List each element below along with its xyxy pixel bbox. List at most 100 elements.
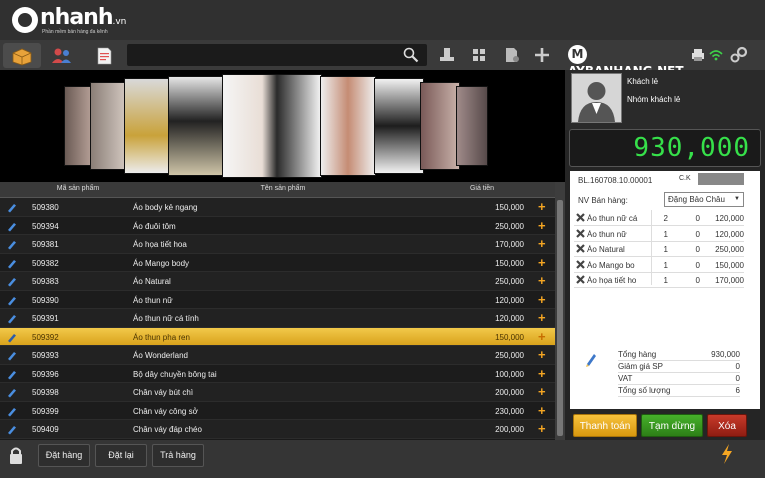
invoice-icon — [97, 47, 112, 65]
line-discount[interactable]: 0 — [674, 261, 700, 270]
remove-item-icon[interactable] — [576, 275, 585, 284]
add-to-cart-icon[interactable]: + — [538, 274, 546, 288]
lock-icon[interactable] — [8, 445, 24, 465]
col-header-code[interactable]: Mã sản phẩm — [28, 185, 128, 192]
printer-icon[interactable] — [691, 48, 705, 62]
salesperson-select[interactable]: Đặng Bảo Châu ▼ — [664, 192, 744, 207]
edit-pen-icon[interactable] — [6, 350, 18, 361]
table-row[interactable]: 509382 Áo Mango body 150,000 + — [0, 253, 555, 272]
product-price: 200,000 — [495, 388, 524, 397]
pause-button[interactable]: Tạm dừng — [641, 414, 703, 437]
table-row[interactable]: 509394 Áo đuôi tôm 250,000 + — [0, 216, 555, 235]
product-price: 200,000 — [495, 425, 524, 434]
col-header-price[interactable]: Giá tiền — [438, 185, 526, 192]
table-row[interactable]: 509380 Áo body kẻ ngang 150,000 + — [0, 198, 555, 217]
add-to-cart-icon[interactable]: + — [538, 329, 546, 344]
remove-item-icon[interactable] — [576, 213, 585, 222]
edit-pen-icon[interactable] — [6, 424, 18, 435]
grid-scrollbar[interactable] — [555, 182, 565, 440]
product-name: Chân váy công sở — [133, 406, 198, 416]
pencil-icon[interactable] — [584, 352, 598, 368]
table-row[interactable]: 509390 Áo thun nữ 120,000 + — [0, 290, 555, 309]
col-header-name[interactable]: Tên sản phẩm — [130, 185, 436, 192]
settings-icon[interactable] — [729, 46, 749, 64]
add-to-cart-icon[interactable]: + — [538, 237, 546, 251]
product-code: 509380 — [32, 203, 59, 212]
bill-line[interactable]: Áo thun nữ 1 0 120,000 — [574, 227, 744, 242]
table-row[interactable]: 509396 Bộ dây chuyền bông tai 100,000 + — [0, 364, 555, 383]
line-discount[interactable]: 0 — [674, 230, 700, 239]
lightning-icon[interactable] — [720, 443, 734, 465]
user-silhouette-icon — [578, 82, 615, 122]
table-row[interactable]: 509398 Chân váy bút chì 200,000 + — [0, 383, 555, 402]
tab-orders[interactable] — [84, 43, 122, 68]
product-search[interactable] — [127, 44, 427, 66]
table-row[interactable]: 509409 Chân váy đáp chéo 200,000 + — [0, 420, 555, 439]
add-to-cart-icon[interactable]: + — [538, 422, 546, 436]
remove-item-icon[interactable] — [576, 228, 585, 238]
edit-pen-icon[interactable] — [6, 369, 18, 380]
add-to-cart-icon[interactable]: + — [538, 311, 546, 325]
edit-pen-icon[interactable] — [6, 387, 18, 398]
line-quantity[interactable]: 1 — [654, 276, 668, 285]
edit-pen-icon[interactable] — [6, 202, 18, 213]
add-to-cart-icon[interactable]: + — [538, 200, 546, 214]
add-icon[interactable] — [533, 46, 551, 64]
line-quantity[interactable]: 1 — [654, 245, 668, 254]
line-total: 120,000 — [715, 229, 744, 239]
edit-pen-icon[interactable] — [6, 295, 18, 306]
product-price: 250,000 — [495, 221, 524, 231]
remove-item-icon[interactable] — [576, 244, 585, 253]
line-discount[interactable]: 0 — [674, 276, 700, 285]
line-quantity[interactable]: 2 — [654, 214, 668, 223]
delete-button[interactable]: Xóa — [707, 414, 747, 437]
bill-line[interactable]: Áo Natural 1 0 250,000 — [574, 242, 744, 257]
bill-line[interactable]: Áo thun nữ cá 2 0 120,000 — [574, 211, 744, 226]
ck-input[interactable] — [698, 173, 744, 185]
edit-pen-icon[interactable] — [6, 332, 18, 343]
bill-line[interactable]: Áo họa tiết ho 1 0 170,000 — [574, 273, 744, 288]
reset-button[interactable]: Đặt lại — [95, 444, 147, 467]
add-to-cart-icon[interactable]: + — [538, 348, 546, 362]
add-to-cart-icon[interactable]: + — [538, 403, 546, 418]
return-goods-button[interactable]: Trả hàng — [152, 444, 204, 467]
edit-pen-icon[interactable] — [6, 406, 18, 417]
search-icon[interactable] — [403, 47, 419, 63]
table-row[interactable]: 509392 Áo thun pha ren 150,000 + — [0, 327, 555, 346]
line-quantity[interactable]: 1 — [654, 261, 668, 270]
customer-card[interactable]: Khách lẻ Nhóm khách lẻ — [565, 70, 765, 130]
table-row[interactable]: 509393 Áo Wonderland 250,000 + — [0, 346, 555, 365]
table-row[interactable]: 509383 Áo Natural 250,000 + — [0, 272, 555, 291]
scrollbar-thumb[interactable] — [557, 200, 563, 436]
add-to-cart-icon[interactable]: + — [538, 218, 546, 233]
edit-pen-icon[interactable] — [6, 221, 18, 232]
table-row[interactable]: 509381 Áo họa tiết hoa 170,000 + — [0, 235, 555, 254]
bill-line[interactable]: Áo Mango bo 1 0 150,000 — [574, 258, 744, 273]
add-to-cart-icon[interactable]: + — [538, 385, 546, 399]
edit-pen-icon[interactable] — [6, 276, 18, 287]
edit-pen-icon[interactable] — [6, 239, 18, 250]
line-discount[interactable]: 0 — [674, 214, 700, 223]
line-discount[interactable]: 0 — [674, 245, 700, 254]
add-to-cart-icon[interactable]: + — [538, 255, 546, 270]
edit-pen-icon[interactable] — [6, 258, 18, 269]
search-input[interactable] — [131, 47, 391, 63]
place-order-button[interactable]: Đặt hàng — [38, 444, 90, 467]
edit-pen-icon[interactable] — [6, 313, 18, 324]
pay-button[interactable]: Thanh toán — [573, 414, 637, 437]
grid-view-icon[interactable] — [470, 46, 488, 64]
users-icon — [52, 48, 71, 63]
table-row[interactable]: 509399 Chân váy công sở 230,000 + — [0, 401, 555, 420]
add-to-cart-icon[interactable]: + — [538, 366, 546, 381]
product-code: 509409 — [32, 425, 59, 434]
tab-products[interactable] — [3, 43, 41, 68]
line-total: 150,000 — [715, 260, 744, 270]
line-quantity[interactable]: 1 — [654, 230, 668, 239]
stamp-icon[interactable] — [438, 46, 456, 64]
remove-item-icon[interactable] — [576, 259, 585, 269]
tab-customers[interactable] — [43, 43, 81, 68]
add-to-cart-icon[interactable]: + — [538, 292, 546, 307]
table-row[interactable]: 509391 Áo thun nữ cá tính 120,000 + — [0, 309, 555, 328]
document-settings-icon[interactable] — [503, 46, 521, 64]
checkout-panel: MAYBANHANG.NET Khách lẻ Nhóm khách lẻ 93… — [565, 40, 765, 440]
